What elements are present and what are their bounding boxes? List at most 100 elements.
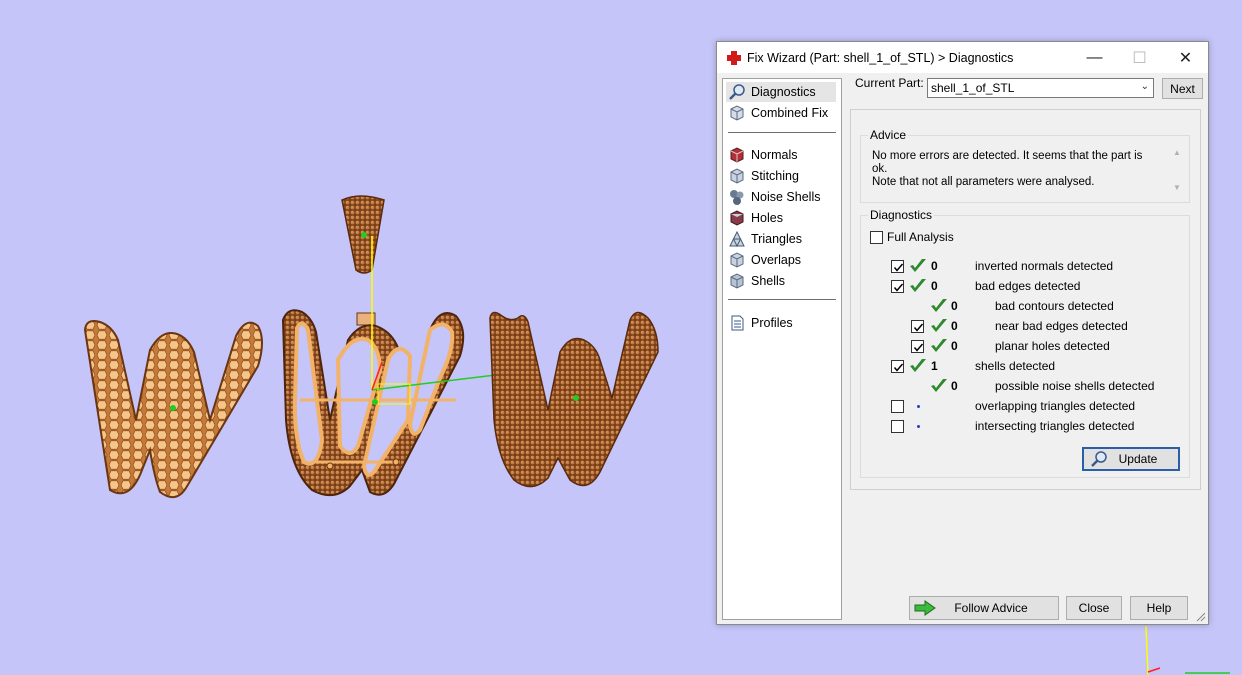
nav-item-normals[interactable]: Normals [726,145,804,165]
check-icon [931,379,947,392]
planar-holes-checkbox[interactable] [911,340,924,353]
nav-item-label: Profiles [751,316,793,330]
normals-cube-icon [730,147,744,163]
nav-divider [728,299,836,300]
minimize-button[interactable]: — [1072,42,1117,73]
maximize-button[interactable]: ☐ [1117,42,1162,73]
overlaps-cube-icon [730,252,744,268]
check-icon [931,319,947,332]
check-icon [910,279,926,292]
noise-shells-label: possible noise shells detected [995,379,1155,393]
close-window-button[interactable]: ✕ [1163,42,1208,73]
nav-item-diagnostics[interactable]: Diagnostics [726,82,836,102]
nav-item-label: Shells [751,274,786,288]
pending-dot-icon [917,425,920,428]
diagnostics-group: Diagnostics Full Analysis 0 inverted nor… [860,208,1190,478]
near-bad-edges-label: near bad edges detected [995,319,1128,333]
nav-item-label: Holes [751,211,783,225]
follow-advice-button[interactable]: Follow Advice [909,596,1059,620]
check-icon [931,339,947,352]
nav-item-combined-fix[interactable]: Combined Fix [726,103,834,123]
nav-divider [728,132,836,133]
advice-text: No more errors are detected. It seems th… [872,150,1143,188]
noise-shells-icon [730,190,744,205]
bad-edges-count: 0 [931,279,938,293]
near-bad-edges-count: 0 [951,319,958,333]
overlapping-triangles-checkbox[interactable] [891,400,904,413]
inverted-normals-label: inverted normals detected [975,259,1114,273]
fix-wizard-nav: Diagnostics Combined Fix Normals Stitchi… [722,78,842,620]
nav-item-label: Combined Fix [751,106,829,120]
current-part-label: Current Part: [855,76,924,90]
overlapping-triangles-label: overlapping triangles detected [975,399,1136,413]
scroll-up-icon[interactable]: ▲ [1173,148,1181,157]
scroll-down-icon[interactable]: ▼ [1173,183,1181,192]
near-bad-edges-checkbox[interactable] [911,320,924,333]
nav-item-noise-shells[interactable]: Noise Shells [726,187,826,207]
bad-edges-checkbox[interactable] [891,280,904,293]
update-button-label: Update [1118,452,1158,466]
model-w-beaded[interactable] [489,311,659,488]
close-button[interactable]: Close [1066,596,1122,620]
document-icon [731,315,744,331]
chevron-down-icon: ⌄ [1140,81,1149,92]
triangles-icon [729,230,745,248]
magnifier-icon [729,84,745,100]
bad-contours-count: 0 [951,299,958,313]
minimize-icon: — [1086,48,1103,66]
nav-item-label: Diagnostics [751,85,816,99]
full-analysis-label: Full Analysis [887,230,954,244]
shells-label: shells detected [975,359,1056,373]
window-title: Fix Wizard (Part: shell_1_of_STL) > Diag… [747,50,1014,65]
nav-item-label: Triangles [751,232,802,246]
current-part-select[interactable]: shell_1_of_STL ⌄ [927,78,1154,98]
close-icon: ✕ [1178,49,1193,67]
title-bar[interactable]: Fix Wizard (Part: shell_1_of_STL) > Diag… [717,42,1208,73]
green-arrow-icon [914,600,936,616]
maximize-icon: ☐ [1132,49,1147,67]
inverted-normals-checkbox[interactable] [891,260,904,273]
pending-dot-icon [917,405,920,408]
nav-item-label: Stitching [751,169,799,183]
model-w-honeycomb[interactable] [83,320,263,499]
check-icon [910,259,926,272]
nav-item-shells[interactable]: Shells [726,271,791,291]
nav-item-label: Normals [751,148,798,162]
shells-cube-icon [730,273,744,289]
nav-item-triangles[interactable]: Triangles [726,229,808,249]
nav-item-label: Noise Shells [751,190,821,204]
current-part-value: shell_1_of_STL [931,81,1015,95]
diagnostics-panel: Advice No more errors are detected. It s… [850,109,1201,490]
shells-checkbox[interactable] [891,360,904,373]
check-icon [931,299,947,312]
close-button-label: Close [1078,601,1110,615]
red-cross-icon [727,50,741,65]
next-button[interactable]: Next [1162,78,1203,99]
full-analysis-checkbox[interactable] [870,231,883,244]
nav-item-stitching[interactable]: Stitching [726,166,805,186]
nav-item-profiles[interactable]: Profiles [726,313,799,333]
advice-title: Advice [868,128,909,142]
next-button-label: Next [1170,81,1195,96]
nav-item-label: Overlaps [751,253,802,267]
nav-item-overlaps[interactable]: Overlaps [726,250,807,270]
bad-contours-label: bad contours detected [995,299,1114,313]
fix-wizard-dialog: Fix Wizard (Part: shell_1_of_STL) > Diag… [716,41,1209,625]
advice-group: Advice No more errors are detected. It s… [860,128,1190,203]
nav-item-holes[interactable]: Holes [726,208,789,228]
planar-holes-label: planar holes detected [995,339,1110,353]
model-w-frame[interactable] [281,195,523,497]
intersecting-triangles-label: intersecting triangles detected [975,419,1135,433]
advice-scrollbar[interactable]: ▲ ▼ [1169,148,1185,192]
resize-grip-icon[interactable] [1196,612,1206,622]
bad-edges-label: bad edges detected [975,279,1081,293]
inverted-normals-count: 0 [931,259,938,273]
diagnostics-title: Diagnostics [868,208,935,222]
update-button[interactable]: Update [1082,447,1180,471]
help-button-label: Help [1146,601,1172,615]
cube-icon [730,105,744,121]
stitching-cube-icon [730,168,744,184]
intersecting-triangles-checkbox[interactable] [891,420,904,433]
help-button[interactable]: Help [1130,596,1188,620]
magnifier-icon [1091,451,1107,467]
